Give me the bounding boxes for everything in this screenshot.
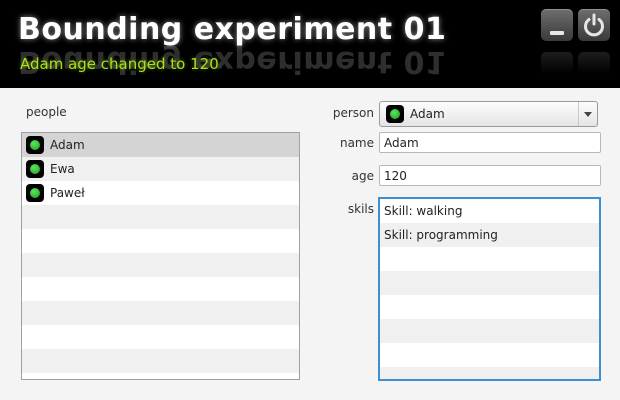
empty-list-row	[22, 229, 299, 253]
empty-list-row	[380, 367, 599, 379]
power-icon	[584, 13, 604, 37]
people-label: people	[26, 105, 67, 119]
minimize-icon	[550, 31, 564, 35]
list-item[interactable]: Paweł	[22, 181, 299, 205]
list-item[interactable]: Skill: programming	[380, 223, 599, 247]
skills-label: skils	[347, 202, 374, 216]
person-select-value: Adam	[410, 107, 445, 121]
empty-list-row	[22, 325, 299, 349]
title-bar: Bounding experiment 01 Bounding experime…	[0, 0, 620, 88]
status-message: Adam age changed to 120	[20, 55, 219, 73]
empty-list-row	[22, 205, 299, 229]
green-status-icon	[26, 184, 44, 202]
name-field[interactable]	[379, 132, 601, 153]
empty-list-row	[380, 295, 599, 319]
empty-list-row	[22, 253, 299, 277]
list-item[interactable]: Ewa	[22, 157, 299, 181]
list-item[interactable]: Skill: walking	[380, 199, 599, 223]
list-item-label: Adam	[50, 138, 85, 152]
person-label: person	[332, 106, 374, 120]
close-button[interactable]	[578, 9, 610, 41]
green-status-icon	[26, 136, 44, 154]
empty-list-row	[380, 247, 599, 271]
list-item-label: Paweł	[50, 186, 85, 200]
empty-list-row	[22, 373, 299, 379]
empty-list-row	[380, 271, 599, 295]
list-item[interactable]: Adam	[22, 133, 299, 157]
age-field[interactable]	[379, 165, 601, 186]
window-title: Bounding experiment 01	[18, 12, 447, 47]
people-list[interactable]: Adam Ewa Paweł	[21, 132, 300, 380]
skills-list[interactable]: Skill: walking Skill: programming	[378, 197, 601, 381]
list-item-label: Ewa	[50, 162, 75, 176]
empty-list-row	[22, 277, 299, 301]
name-label: name	[339, 136, 374, 150]
empty-list-row	[22, 349, 299, 373]
age-label: age	[351, 169, 374, 183]
empty-list-row	[380, 319, 599, 343]
skill-label: Skill: walking	[384, 204, 463, 218]
person-select[interactable]: Adam	[379, 101, 598, 127]
minimize-button[interactable]	[541, 9, 573, 41]
skill-label: Skill: programming	[384, 228, 498, 242]
empty-list-row	[380, 343, 599, 367]
close-button-reflection	[578, 52, 610, 74]
empty-list-row	[22, 301, 299, 325]
green-status-icon	[26, 160, 44, 178]
minimize-button-reflection	[541, 52, 573, 74]
green-status-icon	[386, 105, 404, 123]
chevron-down-icon[interactable]	[578, 102, 597, 126]
